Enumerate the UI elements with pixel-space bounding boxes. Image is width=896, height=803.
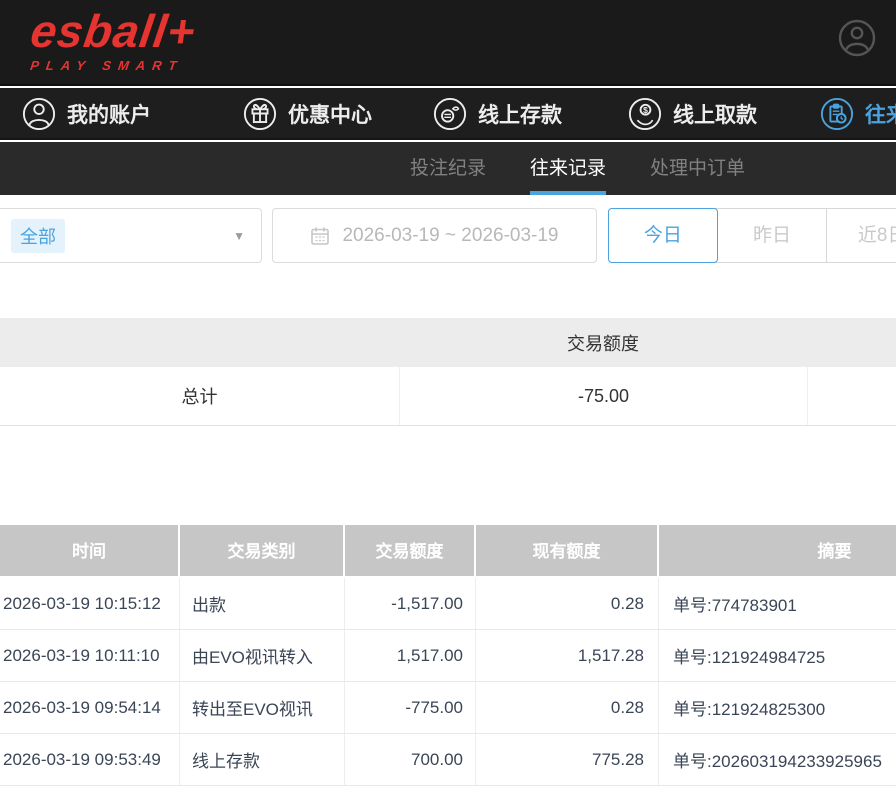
cell-balance: 1,517.28 [476,630,659,681]
svg-text:$: $ [643,105,648,115]
calendar-icon [310,226,330,246]
gift-icon [243,97,277,131]
cell-time: 2026-03-19 10:15:12 [0,578,180,629]
main-navigation: 我的账户 优惠中心 线上存款 $ 线上取款 [0,88,896,140]
records-icon [820,97,854,131]
transactions-table: 时间 交易类别 交易额度 现有额度 摘要 2026-03-19 10:15:12… [0,525,896,786]
col-header-amount: 交易额度 [345,525,476,578]
cell-summary: 单号:202603194233925965 [659,734,896,785]
date-range-value: 2026-03-19 ~ 2026-03-19 [342,225,558,247]
cell-time: 2026-03-19 09:54:14 [0,682,180,733]
nav-label: 线上存款 [478,99,562,129]
cell-balance: 0.28 [476,682,659,733]
cell-amount: 700.00 [345,734,476,785]
cell-summary: 单号:121924825300 [659,682,896,733]
cell-balance: 0.28 [476,578,659,629]
date-range-input[interactable]: 2026-03-19 ~ 2026-03-19 [272,208,597,263]
caret-down-icon: ▼ [233,229,245,243]
nav-item-transaction-records[interactable]: 往来记录 [820,88,896,140]
withdraw-icon: $ [628,97,662,131]
deposit-icon [433,97,467,131]
brand-tagline: PLAY SMART [29,58,191,73]
summary-total-row: 总计 -75.00 [0,367,896,426]
col-header-type: 交易类别 [180,525,345,578]
cell-balance: 775.28 [476,734,659,785]
col-header-time: 时间 [0,525,180,578]
brand-logo-text: esball+ [28,6,199,56]
transaction-records-page: esball+ PLAY SMART 我的账户 优惠中心 [0,0,896,803]
nav-item-deposit[interactable]: 线上存款 [433,88,562,140]
table-header-row: 时间 交易类别 交易额度 现有额度 摘要 [0,525,896,578]
tab-bet-records[interactable]: 投注纪录 [410,142,486,195]
category-select[interactable]: 全部 ▼ [0,208,262,263]
profile-avatar-icon[interactable] [838,19,876,57]
nav-label: 优惠中心 [288,99,372,129]
table-row: 2026-03-19 10:15:12 出款 -1,517.00 0.28 单号… [0,578,896,630]
quick-date-buttons: 今日 昨日 近8日 [608,208,896,263]
cell-time: 2026-03-19 09:53:49 [0,734,180,785]
quick-button-last-8-days[interactable]: 近8日 [827,209,896,262]
quick-button-yesterday[interactable]: 昨日 [718,209,828,262]
cell-type: 由EVO视讯转入 [180,630,345,681]
cell-time: 2026-03-19 10:11:10 [0,630,180,681]
nav-item-my-account[interactable]: 我的账户 [22,88,151,140]
nav-label: 往来记录 [865,99,896,129]
nav-label: 线上取款 [673,99,757,129]
summary-total-label: 总计 [0,367,399,425]
user-icon [22,97,56,131]
cell-type: 线上存款 [180,734,345,785]
cell-amount: 1,517.00 [345,630,476,681]
cell-summary: 单号:121924984725 [659,630,896,681]
nav-item-withdraw[interactable]: $ 线上取款 [628,88,757,140]
table-row: 2026-03-19 09:53:49 线上存款 700.00 775.28 单… [0,734,896,786]
nav-label: 我的账户 [67,99,151,129]
category-selected-chip: 全部 [11,219,65,253]
nav-item-promotions[interactable]: 优惠中心 [243,88,372,140]
tab-transaction-records[interactable]: 往来记录 [530,142,606,195]
brand-logo[interactable]: esball+ PLAY SMART [25,6,199,73]
cell-amount: -775.00 [345,682,476,733]
table-row: 2026-03-19 09:54:14 转出至EVO视讯 -775.00 0.2… [0,682,896,734]
top-header: esball+ PLAY SMART [0,0,896,86]
records-tabbar: 投注纪录 往来记录 处理中订单 [0,142,896,195]
filter-bar: 全部 ▼ 2026-03-19 ~ 2026-03-19 今日 昨日 近8日 [0,208,896,263]
cell-summary: 单号:774783901 [659,578,896,629]
cell-type: 转出至EVO视讯 [180,682,345,733]
cell-type: 出款 [180,578,345,629]
summary-total-value: -75.00 [399,367,807,425]
tab-pending-orders[interactable]: 处理中订单 [650,142,745,195]
summary-header-row: 交易额度 [0,318,896,367]
summary-header-amount: 交易额度 [399,318,807,367]
table-row: 2026-03-19 10:11:10 由EVO视讯转入 1,517.00 1,… [0,630,896,682]
quick-button-today[interactable]: 今日 [608,208,718,263]
col-header-summary: 摘要 [659,525,896,578]
cell-amount: -1,517.00 [345,578,476,629]
col-header-balance: 现有额度 [476,525,659,578]
summary-table: 交易额度 总计 -75.00 [0,318,896,426]
